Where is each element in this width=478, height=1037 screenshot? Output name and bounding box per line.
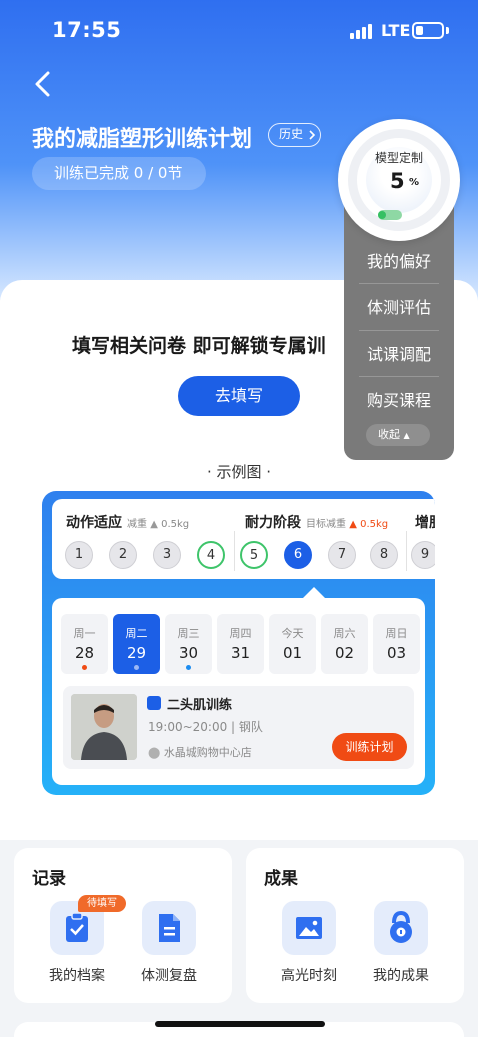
stage-node: 8: [370, 541, 398, 569]
example-label: · 示例图 ·: [206, 463, 272, 481]
stage-node: 9: [411, 541, 435, 569]
stage-node: 4: [197, 541, 225, 569]
course-name: 二头肌训练: [167, 698, 233, 713]
stage-node: 3: [153, 541, 181, 569]
records-card: 记录 我的档案 体测复盘: [14, 848, 232, 1003]
fill-questionnaire-button[interactable]: 去填写: [178, 376, 300, 416]
stage-node: 1: [65, 541, 93, 569]
training-progress-badge: 训练已完成 0 / 0节: [32, 157, 206, 190]
pending-badge: 待填写: [78, 895, 126, 912]
stage-3-title: 增肌: [415, 515, 435, 531]
body-review-entry[interactable]: 体测复盘: [133, 901, 205, 985]
model-unit: %: [409, 177, 420, 188]
stage-node: 5: [240, 541, 268, 569]
stage-1-title: 动作适应 减重 ▲ 0.5kg: [66, 515, 190, 531]
model-progress-widget[interactable]: 模型定制 5 %: [338, 119, 460, 241]
highlight-moments-entry[interactable]: 高光时刻: [273, 901, 345, 985]
day-item: 周日 03: [373, 614, 420, 674]
menu-item-body-assessment[interactable]: 体测评估: [344, 294, 454, 318]
page-title: 我的减脂塑形训练计划: [32, 127, 253, 152]
results-title: 成果: [264, 869, 298, 889]
model-label: 模型定制: [374, 151, 423, 165]
status-bar: 17:55 LTE: [0, 0, 478, 62]
stage-track: 动作适应减重 ▲ 0.5kg 耐力阶段目标减重 ▲ 0.5kg 增肌 1 2 3…: [52, 499, 435, 579]
collapse-button[interactable]: 收起 ▲: [366, 424, 430, 446]
stage-divider: [234, 531, 235, 571]
sample-plan-card: 动作适应减重 ▲ 0.5kg 耐力阶段目标减重 ▲ 0.5kg 增肌 1 2 3…: [42, 491, 435, 795]
day-item: 周六 02: [321, 614, 368, 674]
history-label: 历史: [279, 127, 304, 141]
status-time: 17:55: [52, 18, 122, 42]
unlock-prompt: 填写相关问卷 即可解锁专属训: [72, 335, 326, 357]
course-location: ⬤ 水晶城购物中心店: [148, 746, 252, 759]
course-card: 二头肌训练 19:00~20:00 | 钢队 ⬤ 水晶城购物中心店 训练计划: [63, 686, 414, 769]
day-item: 周三 30: [165, 614, 212, 674]
document-icon: [142, 901, 196, 955]
stage-node: 7: [328, 541, 356, 569]
training-plan-button: 训练计划: [332, 733, 407, 761]
network-type: LTE: [381, 21, 411, 40]
kettlebell-icon: [374, 901, 428, 955]
caret-up-icon: ▲: [403, 431, 410, 440]
battery-icon: [412, 22, 444, 39]
day-item: 周四 31: [217, 614, 264, 674]
history-button[interactable]: 历史: [268, 123, 321, 147]
course-time: 19:00~20:00 | 钢队: [148, 720, 263, 734]
model-percentage: 5: [390, 169, 405, 193]
menu-item-buy-course[interactable]: 购买课程: [344, 387, 454, 411]
menu-item-trial-class[interactable]: 试课调配: [344, 341, 454, 365]
records-title: 记录: [32, 869, 66, 889]
highlight-moments-label: 高光时刻: [281, 968, 337, 984]
day-item: 周一 28: [61, 614, 108, 674]
my-results-entry[interactable]: 我的成果: [365, 901, 437, 985]
chevron-right-icon: [309, 129, 315, 140]
my-profile-entry[interactable]: 我的档案: [41, 901, 113, 985]
my-profile-label: 我的档案: [49, 968, 105, 984]
trainer-photo: [71, 694, 137, 760]
location-pin-icon: ⬤: [148, 746, 161, 759]
arrow-up-icon: ▲: [150, 519, 158, 530]
signal-icon: [350, 24, 374, 39]
day-item-today: 今天 01: [269, 614, 316, 674]
arrow-up-icon: ▲: [349, 519, 357, 530]
home-indicator: [155, 1021, 325, 1027]
course-type-icon: [147, 696, 161, 710]
back-arrow-icon[interactable]: [30, 70, 58, 98]
body-review-label: 体测复盘: [141, 968, 197, 984]
stage-divider: [406, 531, 407, 571]
day-item-selected: 周二 29: [113, 614, 160, 674]
model-toggle-indicator: [378, 210, 402, 220]
week-schedule: 周一 28 周二 29 周三 30 周四 31 今天 01 周六 02 周日 0…: [52, 598, 425, 785]
results-card: 成果 高光时刻 我的成果: [246, 848, 464, 1003]
stage-2-title: 耐力阶段 目标减重 ▲ 0.5kg: [245, 515, 389, 531]
stage-node-current: 6: [284, 541, 312, 569]
image-icon: [282, 901, 336, 955]
menu-item-preferences[interactable]: 我的偏好: [344, 248, 454, 272]
my-results-label: 我的成果: [373, 968, 429, 984]
stage-node: 2: [109, 541, 137, 569]
